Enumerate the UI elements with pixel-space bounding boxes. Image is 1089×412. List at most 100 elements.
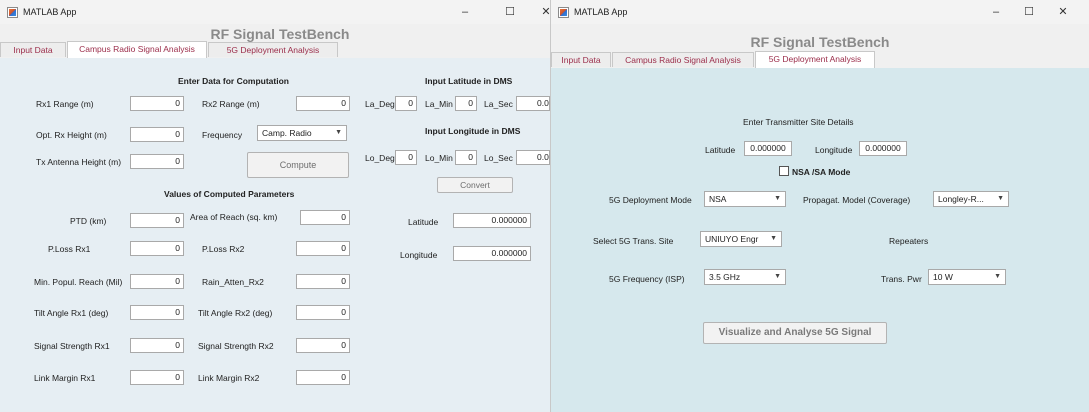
trans-pwr-value: 10 W bbox=[933, 272, 953, 282]
maximize-icon[interactable]: ☐ bbox=[1019, 4, 1039, 20]
tab-campus-radio[interactable]: Campus Radio Signal Analysis bbox=[67, 41, 207, 58]
5g-frequency-label: 5G Frequency (ISP) bbox=[609, 274, 685, 284]
frequency-label: Frequency bbox=[202, 130, 243, 140]
chevron-down-icon: ▼ bbox=[774, 195, 781, 202]
latitude-label: Latitude bbox=[705, 145, 736, 155]
lo-min-field[interactable]: 0 bbox=[455, 150, 477, 165]
propag-model-value: Longley-R... bbox=[938, 194, 984, 204]
lo-sec-label: Lo_Sec bbox=[484, 153, 513, 163]
trans-pwr-dropdown[interactable]: 10 W ▼ bbox=[928, 269, 1006, 285]
opt-rx-height-label: Opt. Rx Height (m) bbox=[36, 130, 107, 140]
trans-site-dropdown[interactable]: UNIUYO Engr ▼ bbox=[700, 231, 782, 247]
repeaters-label: Repeaters bbox=[889, 236, 929, 246]
latitude-result-field[interactable]: 0.000000 bbox=[453, 213, 531, 228]
maximize-icon[interactable]: ☐ bbox=[500, 4, 520, 20]
rain-atten-field[interactable]: 0 bbox=[296, 274, 350, 289]
rx2-range-label: Rx2 Range (m) bbox=[202, 99, 260, 109]
rx2-range-field[interactable]: 0 bbox=[296, 96, 350, 111]
rain-atten-label: Rain_Atten_Rx2 bbox=[202, 277, 264, 287]
5g-frequency-dropdown[interactable]: 3.5 GHz ▼ bbox=[704, 269, 786, 285]
enter-data-heading: Enter Data for Computation bbox=[178, 76, 289, 86]
link-rx2-label: Link Margin Rx2 bbox=[198, 373, 260, 383]
ptd-field[interactable]: 0 bbox=[130, 213, 184, 228]
lo-deg-label: Lo_Deg bbox=[365, 153, 395, 163]
site-latitude-field[interactable]: 0.000000 bbox=[744, 141, 792, 156]
area-reach-label: Area of Reach (sq. km) bbox=[190, 212, 278, 222]
tilt-rx1-field[interactable]: 0 bbox=[130, 305, 184, 320]
trans-site-label: Select 5G Trans. Site bbox=[593, 236, 674, 246]
propag-model-label: Propagat. Model (Coverage) bbox=[803, 195, 911, 205]
tab-5g-deployment[interactable]: 5G Deployment Analysis bbox=[208, 42, 338, 57]
signal-rx1-field[interactable]: 0 bbox=[130, 338, 184, 353]
lo-sec-field[interactable]: 0.0 bbox=[516, 150, 550, 165]
matlab-app-icon bbox=[7, 7, 18, 18]
frequency-value: Camp. Radio bbox=[262, 128, 312, 138]
convert-button[interactable]: Convert bbox=[437, 177, 513, 193]
nsa-sa-checkbox[interactable] bbox=[779, 166, 789, 176]
signal-rx2-field[interactable]: 0 bbox=[296, 338, 350, 353]
window-title: MATLAB App bbox=[23, 7, 77, 17]
app-title: RF Signal TestBench bbox=[210, 26, 350, 42]
opt-rx-height-field[interactable]: 0 bbox=[130, 127, 184, 142]
title-bar[interactable]: MATLAB App – ☐ ✕ bbox=[0, 0, 560, 24]
site-longitude-field[interactable]: 0.000000 bbox=[859, 141, 907, 156]
chevron-down-icon: ▼ bbox=[774, 273, 781, 280]
chevron-down-icon: ▼ bbox=[770, 235, 777, 242]
frequency-dropdown[interactable]: Camp. Radio ▼ bbox=[257, 125, 347, 141]
tab-campus-radio[interactable]: Campus Radio Signal Analysis bbox=[612, 52, 754, 67]
tx-height-label: Tx Antenna Height (m) bbox=[36, 157, 122, 167]
la-min-label: La_Min bbox=[425, 99, 453, 109]
link-rx1-field[interactable]: 0 bbox=[130, 370, 184, 385]
lo-min-label: Lo_Min bbox=[425, 153, 453, 163]
tx-height-field[interactable]: 0 bbox=[130, 154, 184, 169]
ploss-rx2-field[interactable]: 0 bbox=[296, 241, 350, 256]
longitude-label: Longitude bbox=[400, 250, 438, 260]
rx1-range-field[interactable]: 0 bbox=[130, 96, 184, 111]
rx1-range-label: Rx1 Range (m) bbox=[36, 99, 94, 109]
link-rx2-field[interactable]: 0 bbox=[296, 370, 350, 385]
la-sec-field[interactable]: 0.0 bbox=[516, 96, 550, 111]
deploy-mode-label: 5G Deployment Mode bbox=[609, 195, 692, 205]
signal-rx2-label: Signal Strength Rx2 bbox=[198, 341, 274, 351]
area-reach-field[interactable]: 0 bbox=[300, 210, 350, 225]
longitude-label: Longitude bbox=[815, 145, 853, 155]
la-deg-label: La_Deg bbox=[365, 99, 395, 109]
campus-radio-window: MATLAB App – ☐ ✕ RF Signal TestBench Inp… bbox=[0, 0, 560, 412]
ploss-rx1-field[interactable]: 0 bbox=[130, 241, 184, 256]
longitude-result-field[interactable]: 0.000000 bbox=[453, 246, 531, 261]
close-icon[interactable]: ✕ bbox=[1053, 4, 1073, 20]
trans-pwr-label: Trans. Pwr bbox=[881, 274, 922, 284]
compute-button[interactable]: Compute bbox=[247, 152, 349, 178]
min-popul-field[interactable]: 0 bbox=[130, 274, 184, 289]
deploy-mode-dropdown[interactable]: NSA ▼ bbox=[704, 191, 786, 207]
visualize-button[interactable]: Visualize and Analyse 5G Signal bbox=[703, 322, 887, 344]
link-rx1-label: Link Margin Rx1 bbox=[34, 373, 96, 383]
5g-frequency-value: 3.5 GHz bbox=[709, 272, 741, 282]
title-bar[interactable]: MATLAB App – ☐ ✕ bbox=[551, 0, 1089, 24]
tilt-rx1-label: Tilt Angle Rx1 (deg) bbox=[34, 308, 109, 318]
window-title: MATLAB App bbox=[574, 7, 628, 17]
tilt-rx2-field[interactable]: 0 bbox=[296, 305, 350, 320]
tab-input-data[interactable]: Input Data bbox=[0, 42, 66, 57]
chevron-down-icon: ▼ bbox=[335, 129, 342, 136]
lo-deg-field[interactable]: 0 bbox=[395, 150, 417, 165]
app-title: RF Signal TestBench bbox=[750, 34, 890, 50]
trans-site-value: UNIUYO Engr bbox=[705, 234, 759, 244]
campus-radio-panel bbox=[0, 58, 560, 412]
la-min-field[interactable]: 0 bbox=[455, 96, 477, 111]
latitude-label: Latitude bbox=[408, 217, 439, 227]
tab-input-data[interactable]: Input Data bbox=[551, 52, 611, 67]
tab-5g-deployment[interactable]: 5G Deployment Analysis bbox=[755, 51, 875, 68]
matlab-app-icon bbox=[558, 7, 569, 18]
dms-longitude-heading: Input Longitude in DMS bbox=[425, 126, 521, 136]
la-deg-field[interactable]: 0 bbox=[395, 96, 417, 111]
dms-latitude-heading: Input Latitude in DMS bbox=[425, 76, 513, 86]
computed-heading: Values of Computed Parameters bbox=[164, 189, 295, 199]
site-details-heading: Enter Transmitter Site Details bbox=[743, 117, 854, 127]
tab-bar: Input Data Campus Radio Signal Analysis … bbox=[0, 41, 560, 59]
deploy-mode-value: NSA bbox=[709, 194, 727, 204]
minimize-icon[interactable]: – bbox=[455, 4, 475, 20]
propag-model-dropdown[interactable]: Longley-R... ▼ bbox=[933, 191, 1009, 207]
ploss-rx2-label: P.Loss Rx2 bbox=[202, 244, 245, 254]
minimize-icon[interactable]: – bbox=[986, 4, 1006, 20]
